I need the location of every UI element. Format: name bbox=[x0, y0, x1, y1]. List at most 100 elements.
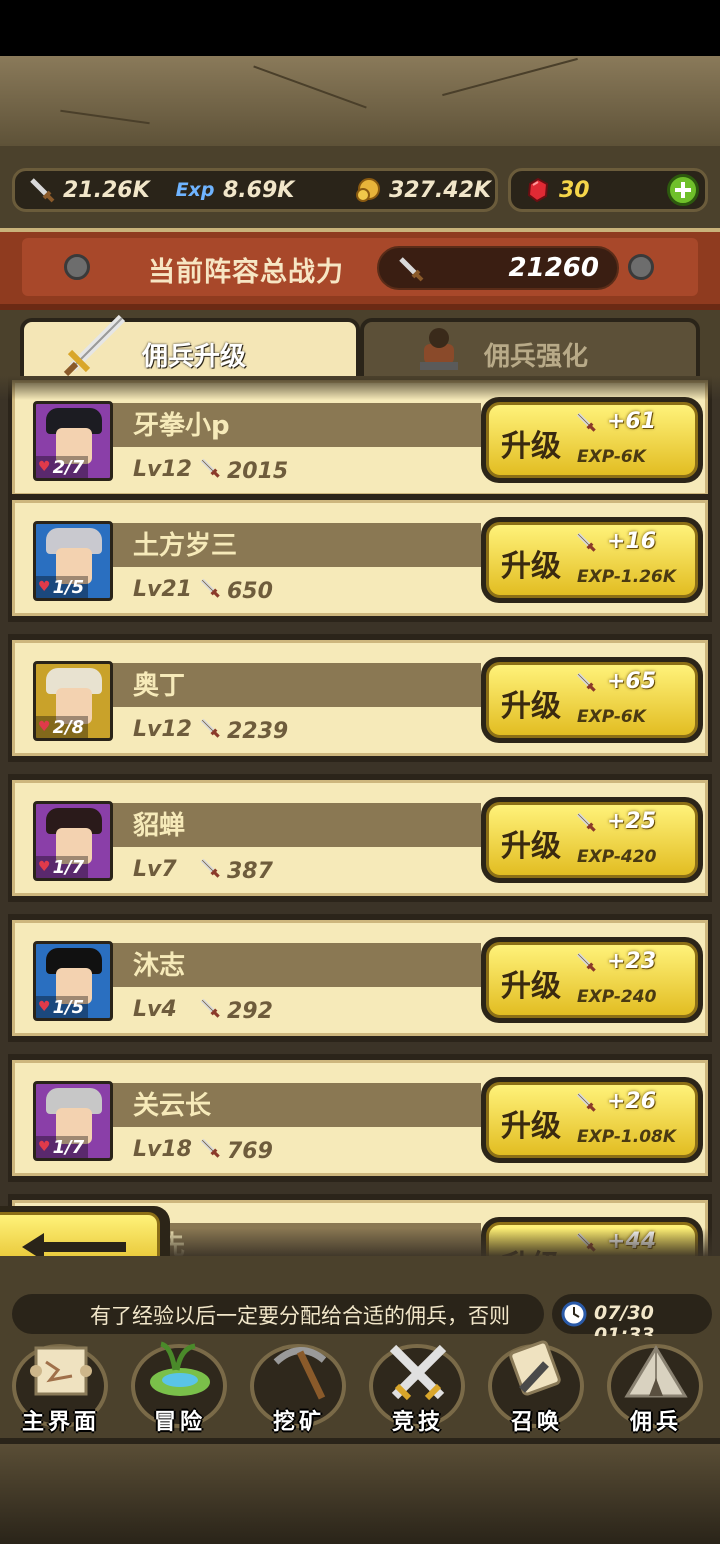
card-panel: ♥ 1/7 关云长 Lv18 769 升级 +26 EXP-1.08K bbox=[12, 1060, 708, 1176]
mercenary-level: Lv12 bbox=[133, 717, 192, 742]
upgrade-button-face: 升级 +25 EXP-420 bbox=[486, 802, 698, 878]
mercenary-card: ♥ 1/5 土方岁三 Lv21 650 升级 +16 EXP-1.26K bbox=[8, 494, 712, 622]
mercenary-portrait[interactable]: ♥ 2/7 bbox=[33, 401, 113, 481]
nav-item[interactable]: 冒险 bbox=[121, 1336, 239, 1436]
upgrade-button[interactable]: 升级 +25 EXP-420 bbox=[481, 797, 703, 883]
mercenary-portrait[interactable]: ♥ 1/5 bbox=[33, 521, 113, 601]
nav-label: 主界面 bbox=[21, 1410, 100, 1435]
mercenary-portrait[interactable]: ♥ 1/5 bbox=[33, 941, 113, 1021]
tab-bar: 佣兵升级 佣兵强化 bbox=[0, 310, 720, 380]
power-gain: +25 bbox=[607, 809, 657, 834]
mercenary-power: 387 bbox=[199, 857, 273, 885]
sword-icon bbox=[27, 175, 57, 205]
sword-icon bbox=[199, 577, 221, 605]
add-gems-button[interactable] bbox=[667, 174, 699, 206]
blacksmith-icon bbox=[414, 322, 464, 376]
ticker-bar: 有了经验以后一定要分配给合适的佣兵，否则 07/30 01:33 bbox=[0, 1256, 720, 1346]
sword-icon bbox=[575, 531, 597, 557]
fragment-count: ♥ 2/7 bbox=[36, 456, 89, 478]
mercenary-power: 650 bbox=[199, 577, 273, 605]
nav-item[interactable]: 主界面 bbox=[2, 1336, 120, 1436]
fragment-count: ♥ 2/8 bbox=[36, 716, 89, 738]
upgrade-button-face: 升级 +26 EXP-1.08K bbox=[486, 1082, 698, 1158]
status-bar bbox=[0, 0, 720, 56]
total-power-value: 21260 bbox=[508, 253, 599, 283]
mercenary-name: 关云长 bbox=[133, 1091, 212, 1121]
nav-item[interactable]: 挖矿 bbox=[240, 1336, 358, 1436]
scroll-map-icon bbox=[26, 1340, 96, 1408]
card-panel: ♥ 1/5 沐志 Lv4 292 升级 +23 EXP-240 bbox=[12, 920, 708, 1036]
mercenary-name: 土方岁三 bbox=[133, 531, 238, 561]
upgrade-label: 升级 bbox=[501, 1109, 561, 1144]
sword-icon bbox=[199, 457, 221, 485]
mercenary-list[interactable]: ♥ 2/7 牙拳小p Lv12 2015 升级 +61 EXP-6K ♥ 1/5 土方岁三 Lv21 6… bbox=[0, 376, 720, 1256]
mercenary-card: ♥ 1/7 貂蝉 Lv7 387 升级 +25 EXP-420 bbox=[8, 774, 712, 902]
tab-mercenary-upgrade[interactable]: 佣兵升级 bbox=[20, 314, 360, 380]
fragment-count: ♥ 1/7 bbox=[36, 1136, 89, 1158]
mercenary-name: 奥丁 bbox=[133, 671, 186, 701]
bolt-icon bbox=[64, 254, 90, 280]
clock-icon bbox=[560, 1300, 588, 1332]
sword-icon bbox=[199, 997, 221, 1025]
card-panel: ♥ 1/5 土方岁三 Lv21 650 升级 +16 EXP-1.26K bbox=[12, 500, 708, 616]
fragment-count: ♥ 1/5 bbox=[36, 576, 89, 598]
mercenary-portrait[interactable]: ♥ 1/7 bbox=[33, 1081, 113, 1161]
mercenary-portrait[interactable]: ♥ 1/7 bbox=[33, 801, 113, 881]
upgrade-button-face: 升级 +61 EXP-6K bbox=[486, 402, 698, 478]
upgrade-label: 升级 bbox=[501, 549, 561, 584]
heart-icon: ♥ bbox=[38, 459, 51, 475]
mercenary-name: 貂蝉 bbox=[133, 811, 186, 841]
upgrade-button-face: 升级 +23 EXP-240 bbox=[486, 942, 698, 1018]
mercenary-power: 2015 bbox=[199, 457, 288, 485]
upgrade-button[interactable]: 升级 +16 EXP-1.26K bbox=[481, 517, 703, 603]
upgrade-label: 升级 bbox=[501, 429, 561, 464]
upgrade-button[interactable]: 升级 +23 EXP-240 bbox=[481, 937, 703, 1023]
upgrade-button-face: 升级 +65 EXP-6K bbox=[486, 662, 698, 738]
background-map bbox=[0, 56, 720, 146]
tip-message: 有了经验以后一定要分配给合适的佣兵，否则 bbox=[90, 1304, 510, 1328]
heart-icon: ♥ bbox=[38, 719, 51, 735]
upgrade-label: 升级 bbox=[501, 829, 561, 864]
exp-cost: EXP-1.08K bbox=[577, 1127, 677, 1147]
card-panel: ♥ 1/7 貂蝉 Lv7 387 升级 +25 EXP-420 bbox=[12, 780, 708, 896]
tab-mercenary-enhance[interactable]: 佣兵强化 bbox=[360, 318, 700, 380]
upgrade-button[interactable]: 升级 +65 EXP-6K bbox=[481, 657, 703, 743]
nav-item[interactable]: 召唤 bbox=[478, 1336, 596, 1436]
nav-item[interactable]: 竞技 bbox=[359, 1336, 477, 1436]
exp-cost: EXP-420 bbox=[577, 847, 657, 867]
gold-stat: 327.42K bbox=[353, 171, 491, 209]
sword-icon bbox=[575, 811, 597, 837]
sword-icon bbox=[62, 308, 132, 382]
upgrade-button[interactable]: 升级 +26 EXP-1.08K bbox=[481, 1077, 703, 1163]
heart-icon: ♥ bbox=[38, 1139, 51, 1155]
nav-label: 竞技 bbox=[391, 1410, 444, 1435]
sword-icon bbox=[575, 951, 597, 977]
resource-bar: 21.26K Exp 8.69K 327.42K 30 bbox=[0, 146, 720, 230]
sword-icon bbox=[575, 1091, 597, 1117]
upgrade-label: 升级 bbox=[501, 689, 561, 724]
nav-label: 冒险 bbox=[153, 1410, 206, 1435]
mercenary-level: Lv21 bbox=[133, 577, 192, 602]
heart-icon: ♥ bbox=[38, 999, 51, 1015]
total-power-box: 21260 bbox=[377, 246, 619, 290]
team-power-banner: 当前阵容总战力 21260 bbox=[0, 228, 720, 310]
exp-stat: Exp 8.69K bbox=[173, 171, 295, 209]
upgrade-button[interactable]: 升级 +61 EXP-6K bbox=[481, 397, 703, 483]
gold-coin-icon bbox=[353, 175, 383, 205]
heart-icon: ♥ bbox=[38, 579, 51, 595]
bolt-icon bbox=[628, 254, 654, 280]
power-gain: +26 bbox=[607, 1089, 657, 1114]
power-gain: +61 bbox=[607, 409, 657, 434]
sword-icon bbox=[199, 717, 221, 745]
mercenary-portrait[interactable]: ♥ 2/8 bbox=[33, 661, 113, 741]
nav-label: 召唤 bbox=[510, 1410, 563, 1435]
summon-scroll-icon bbox=[502, 1340, 572, 1408]
mercenary-card: ♥ 1/7 关云长 Lv18 769 升级 +26 EXP-1.08K bbox=[8, 1054, 712, 1182]
nav-label: 佣兵 bbox=[629, 1410, 682, 1435]
tent-icon bbox=[621, 1340, 691, 1408]
card-panel: ♥ 2/8 奥丁 Lv12 2239 升级 +65 EXP-6K bbox=[12, 640, 708, 756]
nav-item[interactable]: 佣兵 bbox=[597, 1336, 715, 1436]
mercenary-power: 292 bbox=[199, 997, 273, 1025]
nav-label: 挖矿 bbox=[272, 1410, 325, 1435]
banner-panel: 当前阵容总战力 21260 bbox=[22, 238, 698, 296]
